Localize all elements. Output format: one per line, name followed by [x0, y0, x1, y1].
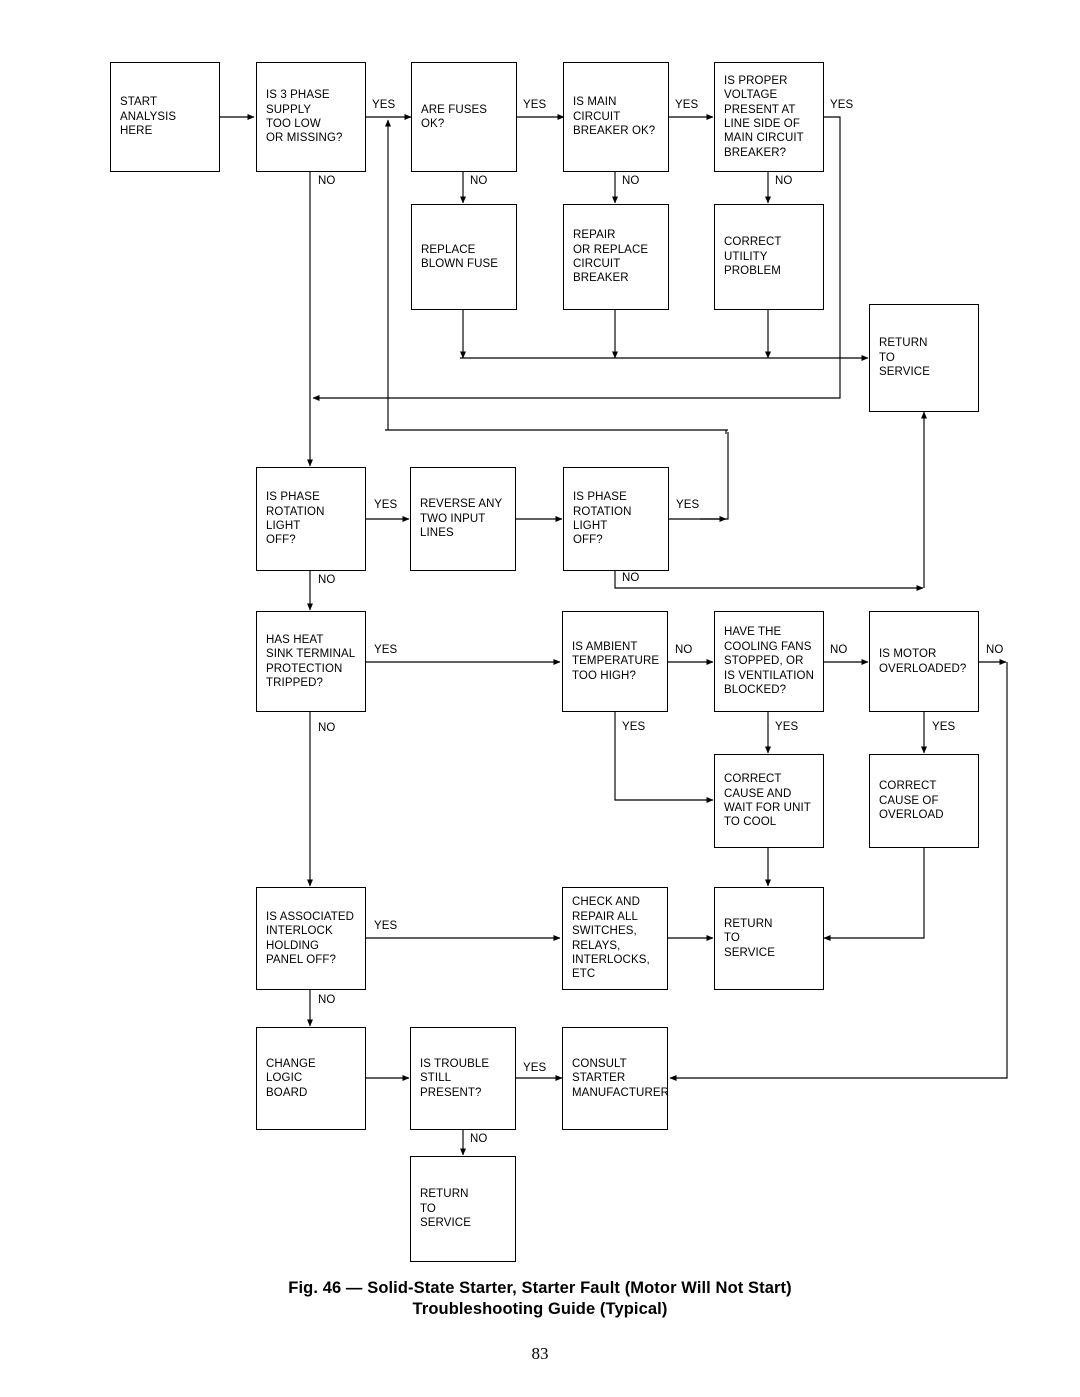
node-correct-utility-problem[interactable]: CORRECT UTILITY PROBLEM: [714, 204, 824, 310]
node-fuses-ok-label: ARE FUSES OK?: [421, 103, 488, 130]
edge-correctoverload-to-return2: [823, 848, 925, 941]
edge-label-voltage-no: NO: [775, 175, 793, 187]
edge-label-rotation1-no: NO: [318, 574, 336, 586]
edge-label-voltage-yes: YES: [830, 99, 854, 111]
node-check-repair-switches[interactable]: CHECK AND REPAIR ALL SWITCHES, RELAYS, I…: [562, 887, 668, 990]
node-heat-sink-tripped[interactable]: HAS HEAT SINK TERMINAL PROTECTION TRIPPE…: [256, 611, 366, 712]
node-return-to-service-1-label: RETURN TO SERVICE: [879, 337, 930, 379]
node-return-to-service-2-label: RETURN TO SERVICE: [724, 917, 775, 959]
node-return-to-service-2[interactable]: RETURN TO SERVICE: [714, 887, 824, 990]
node-consult-starter-manufacturer[interactable]: CONSULT STARTER MANUFACTURER: [562, 1027, 669, 1130]
edge-label-supply-no: NO: [318, 175, 336, 187]
edge-label-supply-yes: YES: [372, 99, 396, 111]
edge-label-heatsink-no: NO: [318, 722, 336, 734]
node-change-logic-board[interactable]: CHANGE LOGIC BOARD: [256, 1027, 366, 1130]
edge-label-breaker-no: NO: [622, 175, 640, 187]
node-phase-rotation-light-2-label: IS PHASE ROTATION LIGHT OFF?: [573, 491, 632, 547]
edge-label-rotation2-no: NO: [622, 572, 640, 584]
node-phase-rotation-light-1-label: IS PHASE ROTATION LIGHT OFF?: [266, 491, 325, 547]
node-check-repair-switches-label: CHECK AND REPAIR ALL SWITCHES, RELAYS, I…: [572, 896, 650, 981]
edge-label-rotation2-yes: YES: [676, 499, 700, 511]
figure-page: START ANALYSIS HERE IS 3 PHASE SUPPLY TO…: [0, 0, 1080, 1397]
node-supply-too-low-label: IS 3 PHASE SUPPLY TOO LOW OR MISSING?: [266, 89, 343, 145]
node-start-analysis-label: START ANALYSIS HERE: [120, 96, 177, 138]
node-associated-interlock-label: IS ASSOCIATED INTERLOCK HOLDING PANEL OF…: [266, 910, 354, 966]
edge-motor-no-to-consult: [669, 662, 1008, 1081]
node-ambient-temperature-label: IS AMBIENT TEMPERATURE TOO HIGH?: [572, 640, 660, 682]
node-replace-blown-fuse-label: REPLACE BLOWN FUSE: [421, 243, 499, 270]
page-number: 83: [531, 1344, 549, 1363]
edge-label-rotation1-yes: YES: [374, 499, 398, 511]
node-return-to-service-3[interactable]: RETURN TO SERVICE: [410, 1156, 516, 1262]
node-proper-voltage-label: IS PROPER VOLTAGE PRESENT AT LINE SIDE O…: [724, 74, 804, 159]
node-replace-blown-fuse[interactable]: REPLACE BLOWN FUSE: [411, 204, 517, 310]
edge-label-interlock-no: NO: [318, 994, 336, 1006]
node-associated-interlock[interactable]: IS ASSOCIATED INTERLOCK HOLDING PANEL OF…: [256, 887, 366, 990]
node-motor-overloaded[interactable]: IS MOTOR OVERLOADED?: [869, 611, 979, 712]
node-reverse-input-lines-label: REVERSE ANY TWO INPUT LINES: [420, 498, 503, 540]
node-correct-utility-problem-label: CORRECT UTILITY PROBLEM: [724, 236, 782, 278]
node-main-breaker-ok-label: IS MAIN CIRCUIT BREAKER OK?: [573, 96, 656, 138]
node-correct-cause-wait-cool[interactable]: CORRECT CAUSE AND WAIT FOR UNIT TO COOL: [714, 754, 824, 848]
figure-caption: Fig. 46 — Solid-State Starter, Starter F…: [0, 1278, 1080, 1320]
edge-label-heatsink-yes: YES: [374, 644, 398, 656]
node-heat-sink-tripped-label: HAS HEAT SINK TERMINAL PROTECTION TRIPPE…: [266, 633, 356, 689]
node-reverse-input-lines[interactable]: REVERSE ANY TWO INPUT LINES: [410, 467, 516, 571]
node-start-analysis[interactable]: START ANALYSIS HERE: [110, 62, 220, 172]
node-cooling-fans-blocked-label: HAVE THE COOLING FANS STOPPED, OR IS VEN…: [724, 626, 815, 697]
figure-caption-line-2: Troubleshooting Guide (Typical): [412, 1300, 668, 1318]
edge-label-ambient-no: NO: [675, 644, 693, 656]
edge-rotation2-no-right: [614, 571, 924, 591]
node-main-breaker-ok[interactable]: IS MAIN CIRCUIT BREAKER OK?: [563, 62, 669, 172]
edge-label-trouble-no: NO: [470, 1133, 488, 1145]
edge-label-trouble-yes: YES: [523, 1062, 547, 1074]
node-cooling-fans-blocked[interactable]: HAVE THE COOLING FANS STOPPED, OR IS VEN…: [714, 611, 824, 712]
node-change-logic-board-label: CHANGE LOGIC BOARD: [266, 1057, 316, 1099]
node-repair-circuit-breaker[interactable]: REPAIR OR REPLACE CIRCUIT BREAKER: [563, 204, 669, 310]
edge-label-interlock-yes: YES: [374, 920, 398, 932]
node-trouble-still-present-label: IS TROUBLE STILL PRESENT?: [420, 1057, 490, 1099]
node-fuses-ok[interactable]: ARE FUSES OK?: [411, 62, 517, 172]
node-return-to-service-1[interactable]: RETURN TO SERVICE: [869, 304, 979, 412]
node-ambient-temperature[interactable]: IS AMBIENT TEMPERATURE TOO HIGH?: [562, 611, 668, 712]
edge-label-motor-no: NO: [986, 644, 1004, 656]
node-correct-cause-overload[interactable]: CORRECT CAUSE OF OVERLOAD: [869, 754, 979, 848]
edge-label-fuses-no: NO: [470, 175, 488, 187]
edge-label-motor-yes: YES: [932, 721, 956, 733]
node-trouble-still-present[interactable]: IS TROUBLE STILL PRESENT?: [410, 1027, 516, 1130]
node-phase-rotation-light-2[interactable]: IS PHASE ROTATION LIGHT OFF?: [563, 467, 669, 571]
node-supply-too-low[interactable]: IS 3 PHASE SUPPLY TOO LOW OR MISSING?: [256, 62, 366, 172]
edge-label-fans-no: NO: [830, 644, 848, 656]
node-correct-cause-overload-label: CORRECT CAUSE OF OVERLOAD: [879, 780, 944, 822]
node-consult-starter-manufacturer-label: CONSULT STARTER MANUFACTURER: [572, 1057, 670, 1099]
node-return-to-service-3-label: RETURN TO SERVICE: [420, 1188, 471, 1230]
node-repair-circuit-breaker-label: REPAIR OR REPLACE CIRCUIT BREAKER: [573, 229, 649, 285]
edge-label-ambient-yes: YES: [622, 721, 646, 733]
node-correct-cause-wait-cool-label: CORRECT CAUSE AND WAIT FOR UNIT TO COOL: [724, 773, 811, 829]
node-proper-voltage[interactable]: IS PROPER VOLTAGE PRESENT AT LINE SIDE O…: [714, 62, 824, 172]
edge-label-fans-yes: YES: [775, 721, 799, 733]
node-phase-rotation-light-1[interactable]: IS PHASE ROTATION LIGHT OFF?: [256, 467, 366, 571]
figure-caption-line-1: Fig. 46 — Solid-State Starter, Starter F…: [288, 1279, 792, 1297]
edge-label-fuses-yes: YES: [523, 99, 547, 111]
edge-label-breaker-yes: YES: [675, 99, 699, 111]
node-motor-overloaded-label: IS MOTOR OVERLOADED?: [879, 648, 967, 675]
